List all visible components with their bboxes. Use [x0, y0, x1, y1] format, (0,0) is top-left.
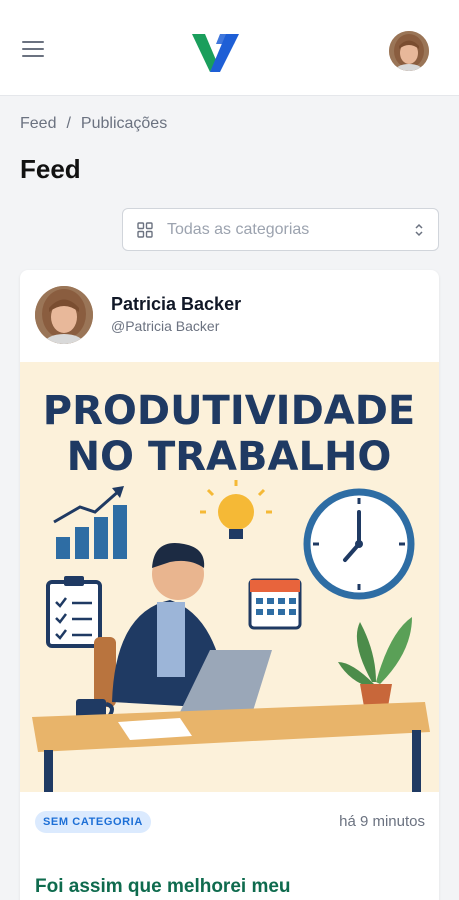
clock-illustration [303, 488, 415, 600]
hamburger-menu-icon[interactable] [22, 38, 50, 62]
clipboard-illustration [46, 576, 102, 648]
post-timestamp: há 9 minutos [339, 813, 425, 830]
chevron-up-down-icon [415, 223, 423, 236]
user-avatar[interactable] [389, 31, 429, 71]
brand-logo-icon[interactable] [190, 30, 240, 74]
author-handle: @Patricia Backer [111, 318, 220, 334]
author-avatar[interactable] [35, 286, 93, 344]
post-title[interactable]: Foi assim que melhorei meu [35, 876, 291, 898]
breadcrumb-item-feed[interactable]: Feed [20, 115, 56, 133]
author-name[interactable]: Patricia Backer [111, 294, 241, 315]
post-header: Patricia Backer @Patricia Backer [20, 270, 439, 362]
breadcrumb-separator: / [66, 115, 71, 132]
page-title: Feed [20, 154, 81, 184]
category-select[interactable]: Todas as categorias [122, 208, 439, 251]
calendar-illustration [248, 578, 302, 630]
category-select-placeholder: Todas as categorias [167, 220, 310, 238]
category-badge[interactable]: SEM CATEGORIA [35, 811, 151, 833]
post-image-headline-line2: NO TRABALHO [67, 434, 392, 480]
post-image[interactable]: PRODUTIVIDADE NO TRABALHO [20, 362, 439, 792]
top-navigation-bar [0, 0, 459, 96]
breadcrumb: Feed / Publicações [20, 113, 167, 135]
post-card: Patricia Backer @Patricia Backer PRODUTI… [20, 270, 439, 900]
post-image-headline-line1: PRODUTIVIDADE [43, 388, 416, 434]
breadcrumb-item-publicacoes[interactable]: Publicações [81, 115, 167, 133]
grid-icon [137, 221, 153, 238]
